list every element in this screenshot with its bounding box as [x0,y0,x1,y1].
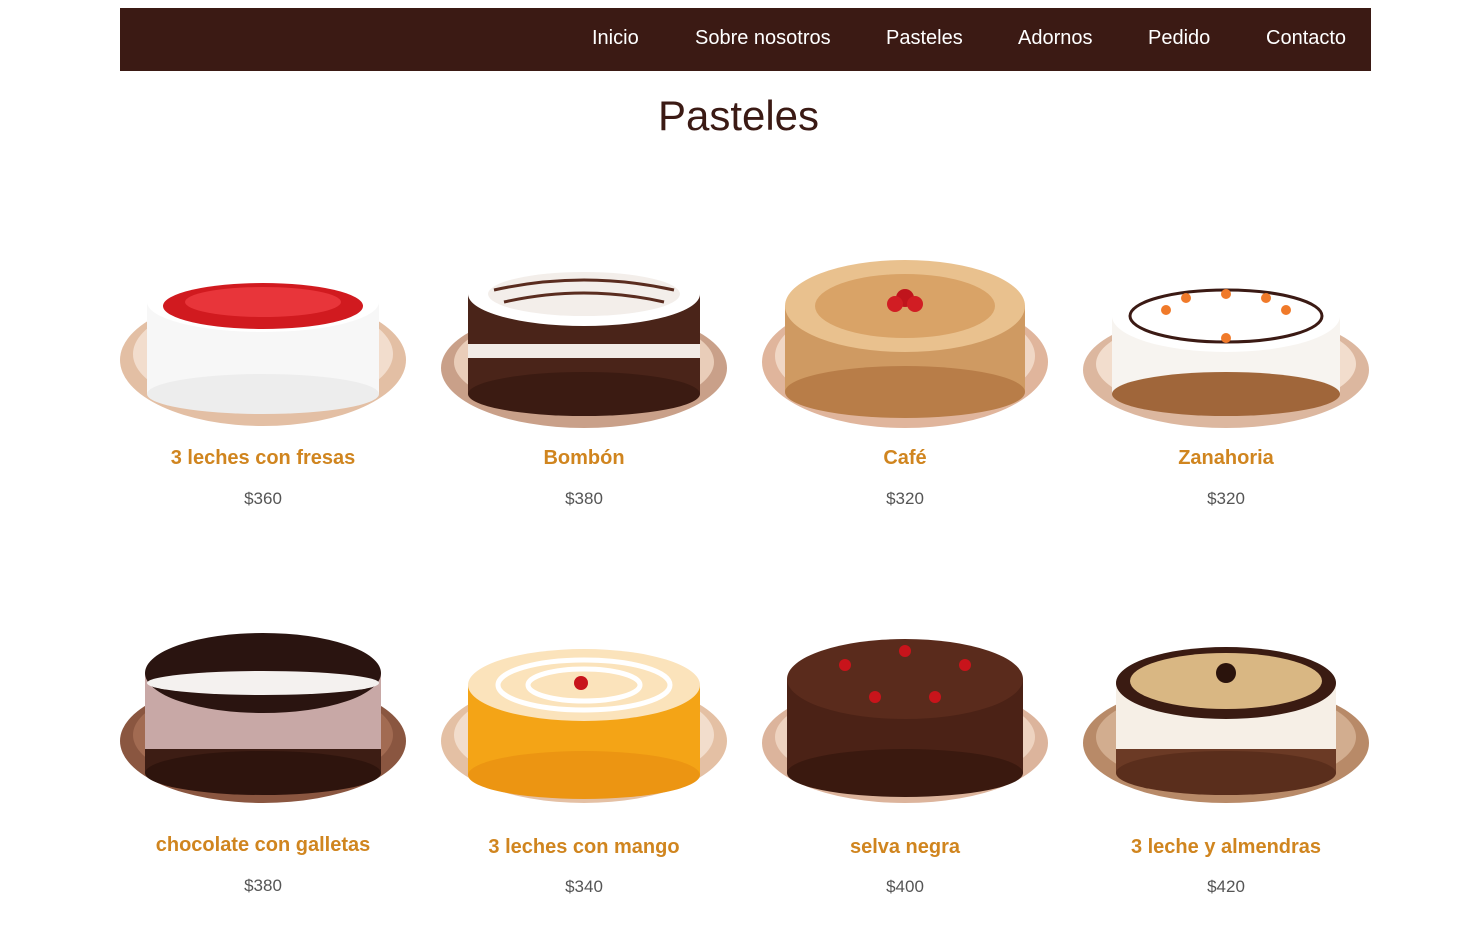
cake-name[interactable]: 3 leches con mango [434,835,734,859]
cake-price: $380 [565,489,603,508]
cake-image[interactable] [1076,250,1376,430]
cake-name[interactable]: chocolate con galletas [113,833,413,857]
cake-card-bombon[interactable]: Bombón $380 [434,250,734,550]
cake-price: $420 [1207,877,1245,896]
page-title: Pasteles [657,92,820,139]
cake-card-3-leches-fresas[interactable]: 3 leches con fresas $360 [113,250,413,550]
nav-link-contacto[interactable]: Contacto [1266,8,1346,71]
cake-name[interactable]: Bombón [434,446,734,470]
cake-card-cafe[interactable]: Café $320 [755,250,1055,550]
cake-image[interactable] [434,250,734,430]
cake-image[interactable] [755,625,1055,805]
cake-card-selva-negra[interactable]: selva negra $400 [755,625,1055,925]
cake-name[interactable]: 3 leche y almendras [1076,835,1376,859]
cake-card-chocolate-galletas[interactable]: chocolate con galletas $380 [113,625,413,925]
top-navbar: Inicio Sobre nosotros Pasteles Adornos P… [120,8,1371,71]
nav-link-pedido[interactable]: Pedido [1148,8,1210,71]
cake-card-zanahoria[interactable]: Zanahoria $320 [1076,250,1376,550]
nav-link-adornos[interactable]: Adornos [1018,8,1093,71]
nav-link-sobre-nosotros[interactable]: Sobre nosotros [695,8,831,71]
cake-image[interactable] [113,625,413,805]
cake-price: $360 [244,489,282,508]
cake-name[interactable]: 3 leches con fresas [113,446,413,470]
cake-card-3-leche-almendras[interactable]: 3 leche y almendras $420 [1076,625,1376,925]
cake-price: $320 [1207,489,1245,508]
cake-price: $400 [886,877,924,896]
cake-name[interactable]: Zanahoria [1076,446,1376,470]
cake-price: $320 [886,489,924,508]
cake-image[interactable] [1076,625,1376,805]
cake-card-3-leches-mango[interactable]: 3 leches con mango $340 [434,625,734,925]
cake-price: $340 [565,877,603,896]
cake-image[interactable] [434,625,734,805]
cake-name[interactable]: selva negra [755,835,1055,859]
nav-link-pasteles[interactable]: Pasteles [886,8,963,71]
nav-link-inicio[interactable]: Inicio [592,8,639,71]
cake-price: $380 [244,876,282,895]
cake-image[interactable] [755,250,1055,430]
cake-image[interactable] [113,250,413,430]
cake-name[interactable]: Café [755,446,1055,470]
